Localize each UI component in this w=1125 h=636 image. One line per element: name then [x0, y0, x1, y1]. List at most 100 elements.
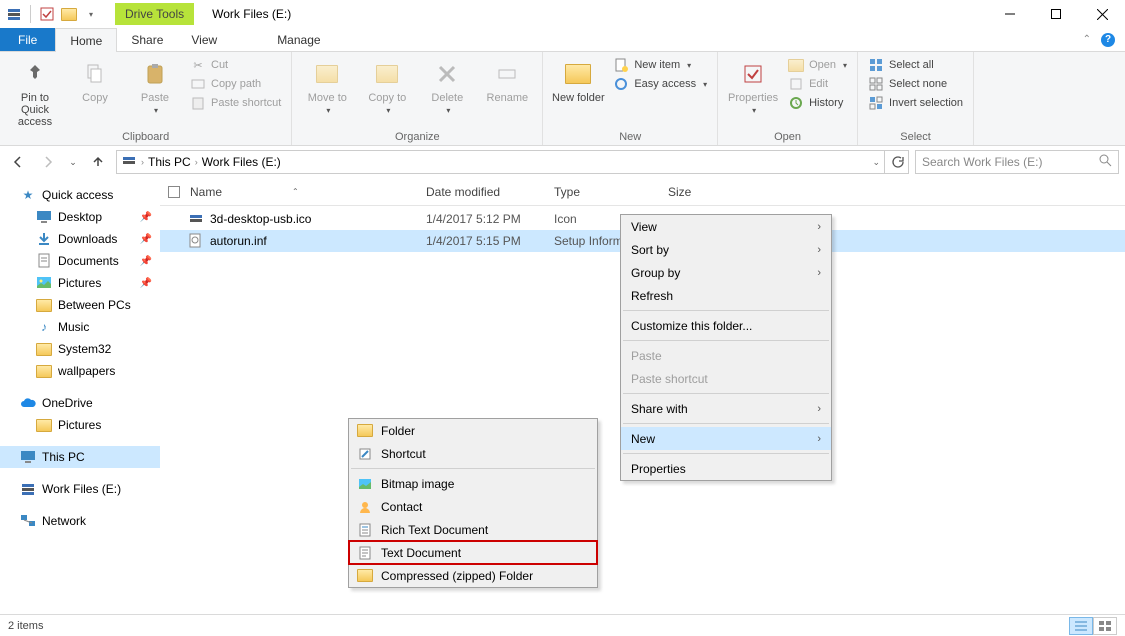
nav-system32[interactable]: System32	[0, 338, 160, 360]
tab-manage[interactable]: Manage	[263, 28, 334, 51]
tab-view[interactable]: View	[177, 28, 231, 51]
crumb-location[interactable]: Work Files (E:)	[202, 155, 281, 169]
up-button[interactable]	[86, 150, 110, 174]
nav-wallpapers[interactable]: wallpapers	[0, 360, 160, 382]
crumb-this-pc[interactable]: This PC	[148, 155, 191, 169]
ctx-new-text[interactable]: Text Document	[349, 541, 597, 564]
properties-button[interactable]: Properties▾	[724, 56, 782, 117]
chevron-right-icon[interactable]: ›	[195, 157, 198, 167]
ctx-customize[interactable]: Customize this folder...	[621, 314, 831, 337]
tab-share[interactable]: Share	[117, 28, 177, 51]
breadcrumb[interactable]: › This PC › Work Files (E:) ⌄	[116, 150, 885, 174]
nav-work-files[interactable]: Work Files (E:)	[0, 478, 160, 500]
ctx-refresh[interactable]: Refresh	[621, 284, 831, 307]
col-date[interactable]: Date modified	[418, 178, 546, 205]
nav-documents[interactable]: Documents📌	[0, 250, 160, 272]
ctx-sort-by[interactable]: Sort by›	[621, 238, 831, 261]
drive-tools-label: Drive Tools	[115, 3, 194, 25]
contact-icon	[357, 499, 373, 515]
nav-this-pc[interactable]: This PC	[0, 446, 160, 468]
rename-button[interactable]: Rename	[478, 56, 536, 106]
ctx-new[interactable]: New›	[621, 427, 831, 450]
select-none-icon	[868, 76, 884, 92]
context-submenu-new: Folder Shortcut Bitmap image Contact Ric…	[348, 418, 598, 588]
paste-shortcut-icon	[190, 95, 206, 111]
copy-to-button[interactable]: Copy to▾	[358, 56, 416, 117]
new-folder-icon	[562, 58, 594, 90]
ctx-new-bitmap[interactable]: Bitmap image	[349, 472, 597, 495]
maximize-button[interactable]	[1033, 0, 1079, 28]
col-type[interactable]: Type	[546, 178, 660, 205]
chevron-right-icon[interactable]: ›	[141, 157, 144, 167]
ctx-new-rtf[interactable]: Rich Text Document	[349, 518, 597, 541]
chevron-down-icon[interactable]: ⌄	[872, 157, 880, 168]
ctx-share-with[interactable]: Share with›	[621, 397, 831, 420]
nav-quick-access[interactable]: ★Quick access	[0, 184, 160, 206]
select-all-checkbox[interactable]	[168, 186, 180, 198]
qa-dropdown-icon[interactable]: ▾	[83, 6, 99, 22]
easy-access-button[interactable]: Easy access▾	[609, 75, 711, 93]
nav-onedrive-pictures[interactable]: Pictures	[0, 414, 160, 436]
minimize-button[interactable]	[987, 0, 1033, 28]
col-size[interactable]: Size	[660, 178, 760, 205]
move-to-button[interactable]: Move to▾	[298, 56, 356, 117]
minimize-ribbon-icon[interactable]: ⌃	[1083, 34, 1091, 45]
folder-icon	[36, 363, 52, 379]
recent-locations-button[interactable]: ⌄	[66, 150, 80, 174]
edit-button[interactable]: Edit	[784, 75, 851, 93]
ctx-paste-shortcut[interactable]: Paste shortcut	[621, 367, 831, 390]
nav-network[interactable]: Network	[0, 510, 160, 532]
paste-button[interactable]: Paste▾	[126, 56, 184, 117]
ctx-new-contact[interactable]: Contact	[349, 495, 597, 518]
pin-to-quick-access-button[interactable]: Pin to Quick access	[6, 56, 64, 130]
back-button[interactable]	[6, 150, 30, 174]
history-button[interactable]: History	[784, 94, 851, 112]
new-folder-button[interactable]: New folder	[549, 56, 607, 106]
select-none-button[interactable]: Select none	[864, 75, 967, 93]
ribbon-tabs: File Home Share View Manage ⌃ ?	[0, 28, 1125, 52]
icons-view-button[interactable]	[1093, 617, 1117, 635]
ctx-properties[interactable]: Properties	[621, 457, 831, 480]
search-icon	[1099, 154, 1112, 170]
help-icon[interactable]: ?	[1101, 33, 1115, 47]
ctx-paste[interactable]: Paste	[621, 344, 831, 367]
nav-desktop[interactable]: Desktop📌	[0, 206, 160, 228]
open-button[interactable]: Open▾	[784, 56, 851, 74]
qa-properties-icon[interactable]	[39, 6, 55, 22]
search-input[interactable]: Search Work Files (E:)	[915, 150, 1119, 174]
bitmap-icon	[357, 476, 373, 492]
new-item-button[interactable]: New item▾	[609, 56, 711, 74]
ctx-new-zip[interactable]: Compressed (zipped) Folder	[349, 564, 597, 587]
refresh-button[interactable]	[885, 150, 909, 174]
nav-between-pcs[interactable]: Between PCs	[0, 294, 160, 316]
invert-selection-button[interactable]: Invert selection	[864, 94, 967, 112]
ctx-group-by[interactable]: Group by›	[621, 261, 831, 284]
ctx-new-folder[interactable]: Folder	[349, 419, 597, 442]
ctx-view[interactable]: View›	[621, 215, 831, 238]
close-button[interactable]	[1079, 0, 1125, 28]
details-view-button[interactable]	[1069, 617, 1093, 635]
pictures-icon	[36, 275, 52, 291]
nav-onedrive[interactable]: OneDrive	[0, 392, 160, 414]
title-bar: ▾ Drive Tools Work Files (E:)	[0, 0, 1125, 28]
copy-path-button[interactable]: Copy path	[186, 75, 285, 93]
tab-file[interactable]: File	[0, 28, 55, 51]
cut-button[interactable]: ✂Cut	[186, 56, 285, 74]
app-icon	[6, 6, 22, 22]
delete-button[interactable]: Delete▾	[418, 56, 476, 117]
copy-button[interactable]: Copy	[66, 56, 124, 106]
shortcut-icon	[357, 446, 373, 462]
nav-downloads[interactable]: Downloads📌	[0, 228, 160, 250]
forward-button[interactable]	[36, 150, 60, 174]
ctx-new-shortcut[interactable]: Shortcut	[349, 442, 597, 465]
move-to-icon	[311, 58, 343, 90]
tab-home[interactable]: Home	[55, 28, 117, 52]
select-all-button[interactable]: Select all	[864, 56, 967, 74]
paste-shortcut-button[interactable]: Paste shortcut	[186, 94, 285, 112]
col-name[interactable]: Name⌃	[160, 178, 418, 205]
nav-pictures[interactable]: Pictures📌	[0, 272, 160, 294]
nav-music[interactable]: ♪Music	[0, 316, 160, 338]
paste-icon	[139, 58, 171, 90]
qa-newfolder-icon[interactable]	[61, 6, 77, 22]
select-all-icon	[868, 57, 884, 73]
